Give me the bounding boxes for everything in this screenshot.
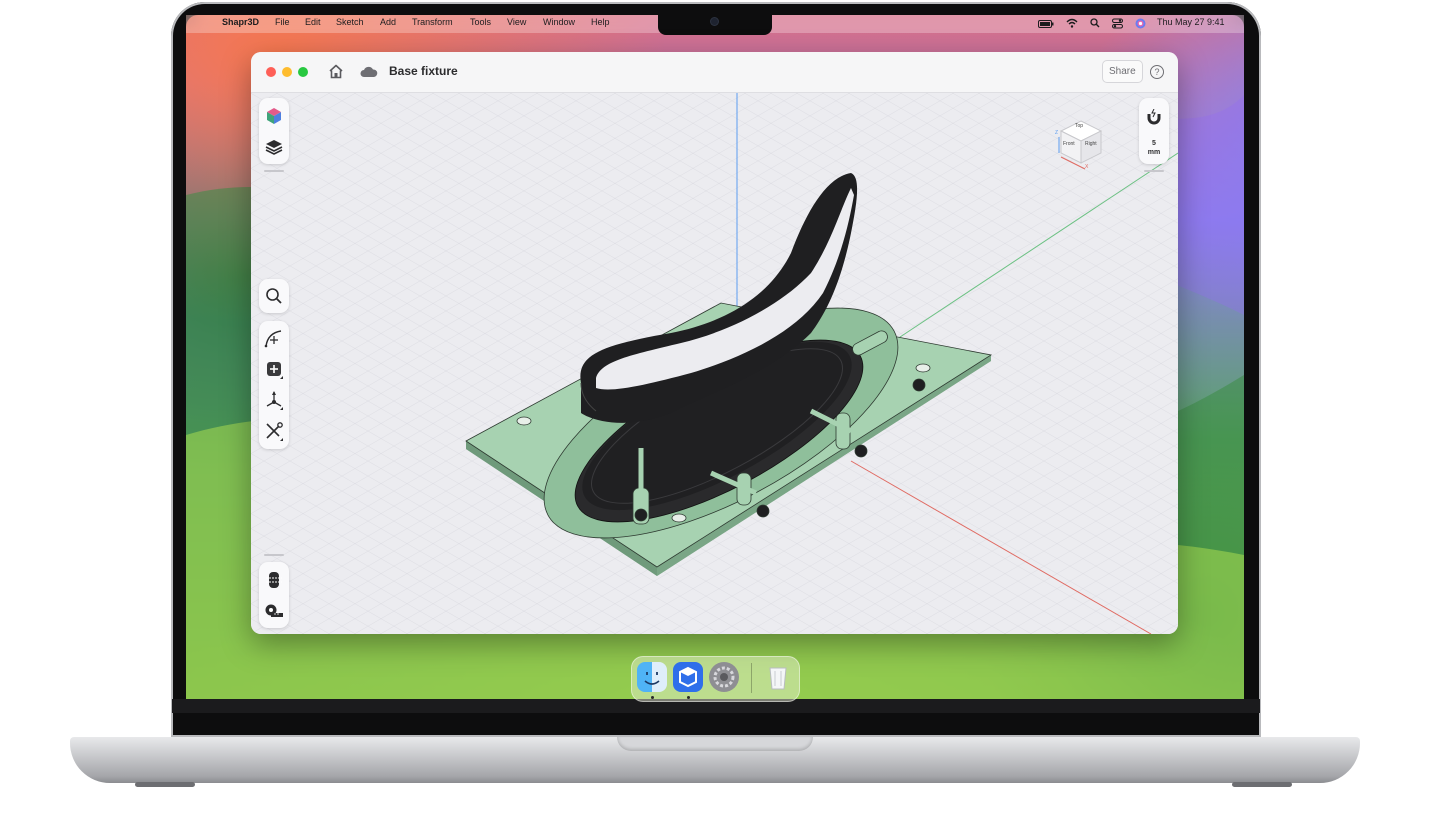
view-cube-x-label: X: [1085, 164, 1089, 170]
menu-help[interactable]: Help: [591, 17, 610, 27]
layers-button[interactable]: [259, 132, 289, 162]
app-window: Base fixture Share ? Top Front Right Z X…: [251, 52, 1178, 634]
appearance-button[interactable]: [259, 101, 289, 131]
finder-running-dot: [651, 696, 654, 699]
tools-button[interactable]: [259, 416, 289, 446]
search-icon: [266, 288, 282, 304]
laptop-foot-right: [1232, 782, 1292, 787]
view-cube-front-label: Front: [1063, 141, 1075, 147]
layers-icon: [265, 140, 283, 155]
viewport-scene: [251, 93, 1178, 634]
left-bottom-toolbar: [259, 562, 289, 628]
spotlight-search-icon[interactable]: [1090, 18, 1100, 29]
view-cube-z-label: Z: [1055, 130, 1059, 136]
menu-tools[interactable]: Tools: [470, 17, 491, 27]
transform-icon: [266, 391, 283, 410]
appearance-cube-icon: [267, 108, 281, 124]
menu-add[interactable]: Add: [380, 17, 396, 27]
home-icon[interactable]: [328, 64, 344, 79]
menu-file[interactable]: File: [275, 17, 290, 27]
shapr3d-running-dot: [687, 696, 690, 699]
dock-divider: [751, 663, 752, 693]
laptop-lid-notch: [617, 737, 813, 751]
view-cube-icon[interactable]: [1051, 113, 1111, 173]
left-top-toolbar: [259, 98, 289, 164]
tools-icon: [266, 422, 283, 441]
share-button[interactable]: Share: [1102, 60, 1143, 83]
menu-transform[interactable]: Transform: [412, 17, 453, 27]
sketch-arc-icon: [264, 330, 282, 348]
camera-lens: [711, 18, 718, 25]
document-title[interactable]: Base fixture: [389, 64, 458, 78]
snapping-panel-grabber[interactable]: [1144, 170, 1164, 172]
cloud-icon[interactable]: [360, 66, 378, 78]
shapr3d-icon[interactable]: [673, 662, 703, 692]
menu-datetime[interactable]: Thu May 27 9:41: [1157, 17, 1225, 27]
search-button[interactable]: [259, 281, 289, 311]
snap-unit: mm: [1147, 149, 1161, 156]
menu-app-name[interactable]: Shapr3D: [222, 17, 259, 27]
zoom-button[interactable]: [298, 67, 308, 77]
snapping-panel: 5 mm: [1139, 98, 1169, 164]
main-tools-toolbar: [259, 321, 289, 449]
section-view-icon: [266, 572, 282, 588]
left-bottom-grabber[interactable]: [264, 554, 284, 556]
magnet-icon: [1147, 109, 1161, 125]
add-body-button[interactable]: [259, 354, 289, 384]
control-center-icon[interactable]: [1112, 18, 1123, 29]
view-cube-right-label: Right: [1085, 141, 1097, 147]
close-button[interactable]: [266, 67, 276, 77]
battery-icon[interactable]: [1038, 20, 1054, 28]
3d-viewport[interactable]: Top Front Right Z X 5 mm: [251, 93, 1178, 634]
dock: [631, 656, 800, 702]
menu-edit[interactable]: Edit: [305, 17, 321, 27]
left-top-grabber[interactable]: [264, 170, 284, 172]
menu-sketch[interactable]: Sketch: [336, 17, 364, 27]
snap-value[interactable]: 5: [1139, 140, 1169, 147]
add-body-icon: [267, 362, 283, 379]
measure-tape-icon: [265, 604, 283, 617]
section-view-button[interactable]: [259, 565, 289, 595]
transform-button[interactable]: [259, 385, 289, 415]
view-cube[interactable]: Top Front Right Z X: [1051, 113, 1111, 173]
measure-button[interactable]: [259, 596, 289, 626]
sketch-tool-button[interactable]: [259, 323, 289, 353]
menu-view[interactable]: View: [507, 17, 526, 27]
view-cube-top-label: Top: [1075, 123, 1084, 129]
menu-window[interactable]: Window: [543, 17, 575, 27]
wifi-icon[interactable]: [1066, 18, 1078, 28]
search-toolbar: [259, 279, 289, 313]
siri-icon[interactable]: [1135, 18, 1146, 29]
magnet-snap-button[interactable]: [1139, 102, 1169, 132]
minimize-button[interactable]: [282, 67, 292, 77]
finder-icon[interactable]: [637, 662, 667, 692]
system-settings-icon[interactable]: [709, 662, 739, 692]
title-bar: Base fixture Share ?: [251, 52, 1178, 93]
trash-icon[interactable]: [763, 662, 793, 692]
laptop-foot-left: [135, 782, 195, 787]
help-button[interactable]: ?: [1150, 65, 1164, 79]
